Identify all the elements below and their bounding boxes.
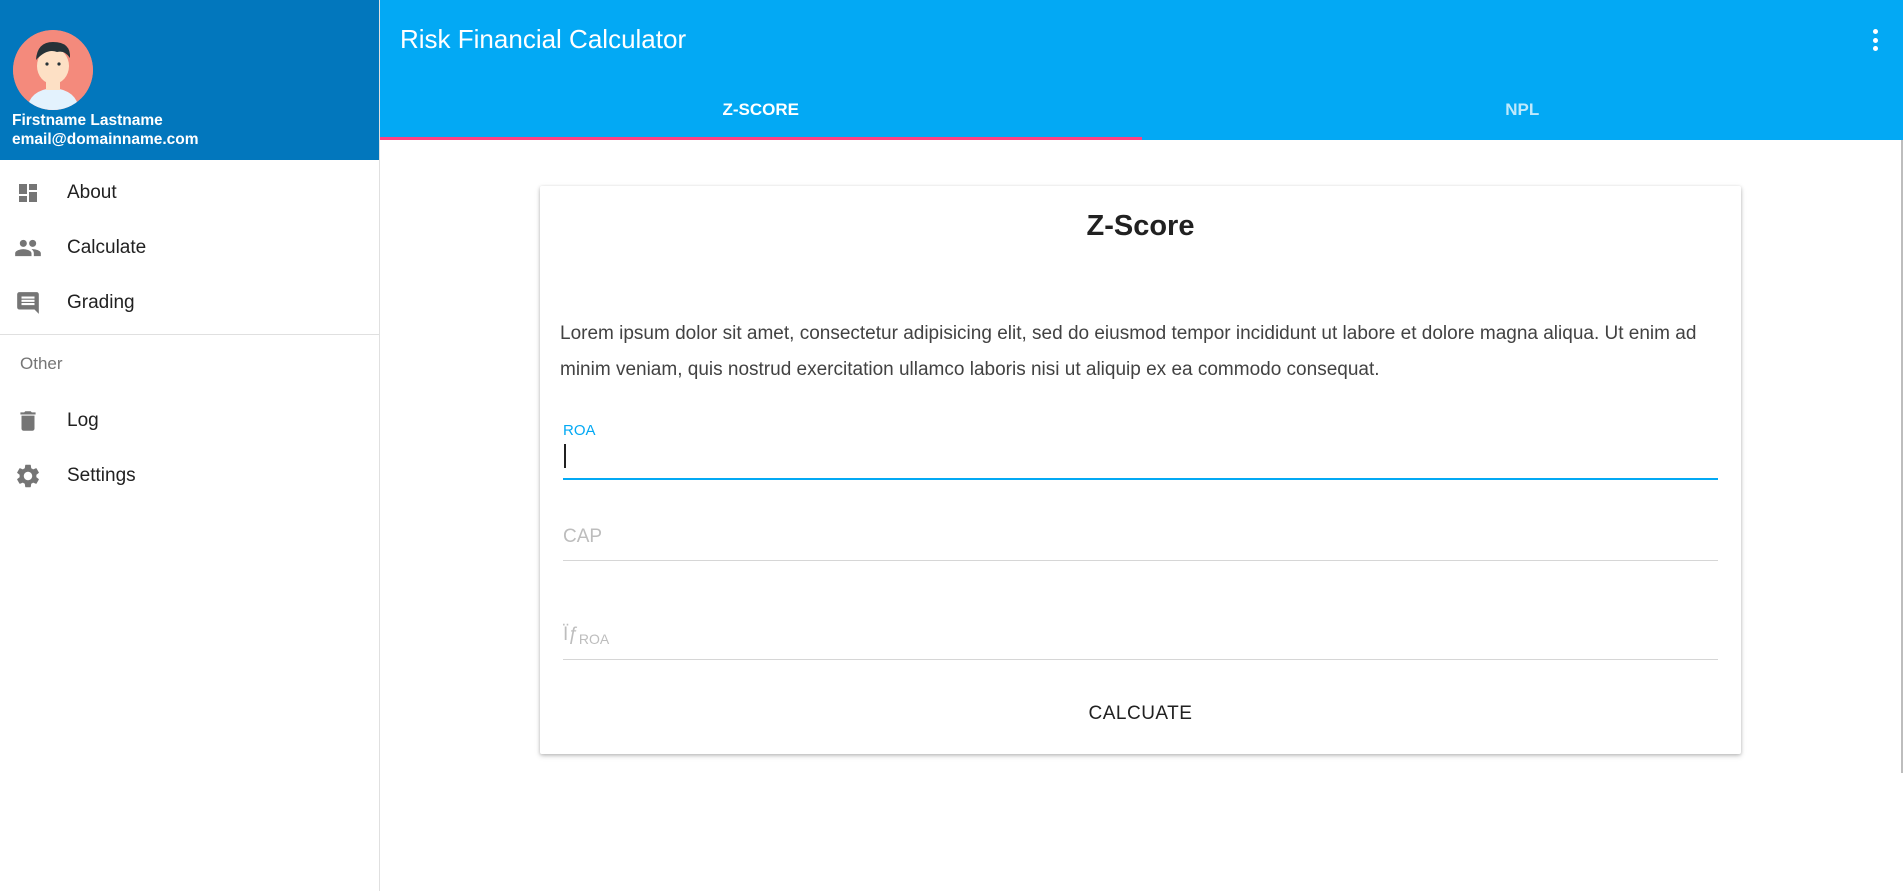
tab-bar: Z-SCORE NPL	[380, 80, 1903, 140]
sidebar-item-calculate[interactable]: Calculate	[0, 220, 379, 275]
field-underline	[563, 478, 1718, 480]
sidebar-item-label: Calculate	[67, 236, 147, 258]
nav-list: About Calculate Grading	[0, 160, 379, 330]
sidebar-item-about[interactable]: About	[0, 165, 379, 220]
sidebar-item-label: Grading	[67, 291, 135, 313]
app: Firstname Lastname email@domainname.com …	[0, 0, 1903, 891]
sigma-roa-placeholder: ÏƒROA	[563, 624, 609, 647]
more-dot	[1872, 37, 1878, 43]
people-icon	[14, 234, 42, 262]
card-description: Lorem ipsum dolor sit amet, consectetur …	[560, 323, 1697, 380]
card-title: Z-Score	[1086, 210, 1195, 242]
cap-field	[563, 503, 1718, 561]
cap-input[interactable]	[563, 523, 1718, 551]
gear-icon	[14, 462, 42, 490]
avatar[interactable]	[13, 30, 93, 110]
nav-list-other: Log Settings	[0, 393, 379, 503]
app-title: Risk Financial Calculator	[400, 24, 687, 54]
main-content: Z-Score Lorem ipsum dolor sit amet, cons…	[380, 140, 1903, 891]
profile-header: Firstname Lastname email@domainname.com	[0, 0, 379, 160]
roa-field: ROA	[563, 422, 1718, 480]
sidebar-item-label: Settings	[67, 464, 136, 486]
more-dot	[1872, 29, 1878, 34]
sidebar-item-settings[interactable]: Settings	[0, 448, 379, 503]
sidebar-item-label: Log	[67, 409, 99, 431]
sidebar-subheader: Other	[20, 354, 63, 373]
roa-input[interactable]	[563, 442, 1718, 470]
sigma-subscript: ROA	[578, 631, 610, 647]
sidebar-item-label: About	[67, 181, 117, 203]
comment-icon	[14, 289, 42, 317]
profile-name: Firstname Lastname	[12, 112, 163, 129]
sidebar-item-grading[interactable]: Grading	[0, 275, 379, 330]
z-score-card: Z-Score Lorem ipsum dolor sit amet, cons…	[540, 186, 1741, 754]
more-dot	[1872, 46, 1878, 51]
text-caret	[564, 444, 566, 468]
roa-label: ROA	[563, 422, 596, 439]
tab-npl[interactable]: NPL	[1142, 80, 1903, 140]
trash-icon	[14, 407, 42, 435]
calculate-button[interactable]: CALCUATE	[1061, 694, 1221, 734]
app-bar: Risk Financial Calculator Z-SCORE NPL	[380, 0, 1903, 140]
field-underline	[563, 560, 1718, 561]
sidebar: Firstname Lastname email@domainname.com …	[0, 0, 380, 891]
more-vert-icon[interactable]	[1867, 26, 1883, 54]
profile-email: email@domainname.com	[12, 131, 199, 148]
sigma-roa-field[interactable]: ÏƒROA	[563, 602, 1718, 660]
sidebar-item-log[interactable]: Log	[0, 393, 379, 448]
sigma-symbol: Ïƒ	[563, 624, 579, 645]
tab-z-score[interactable]: Z-SCORE	[380, 80, 1142, 140]
dashboard-icon	[14, 179, 42, 207]
field-underline	[563, 659, 1718, 660]
